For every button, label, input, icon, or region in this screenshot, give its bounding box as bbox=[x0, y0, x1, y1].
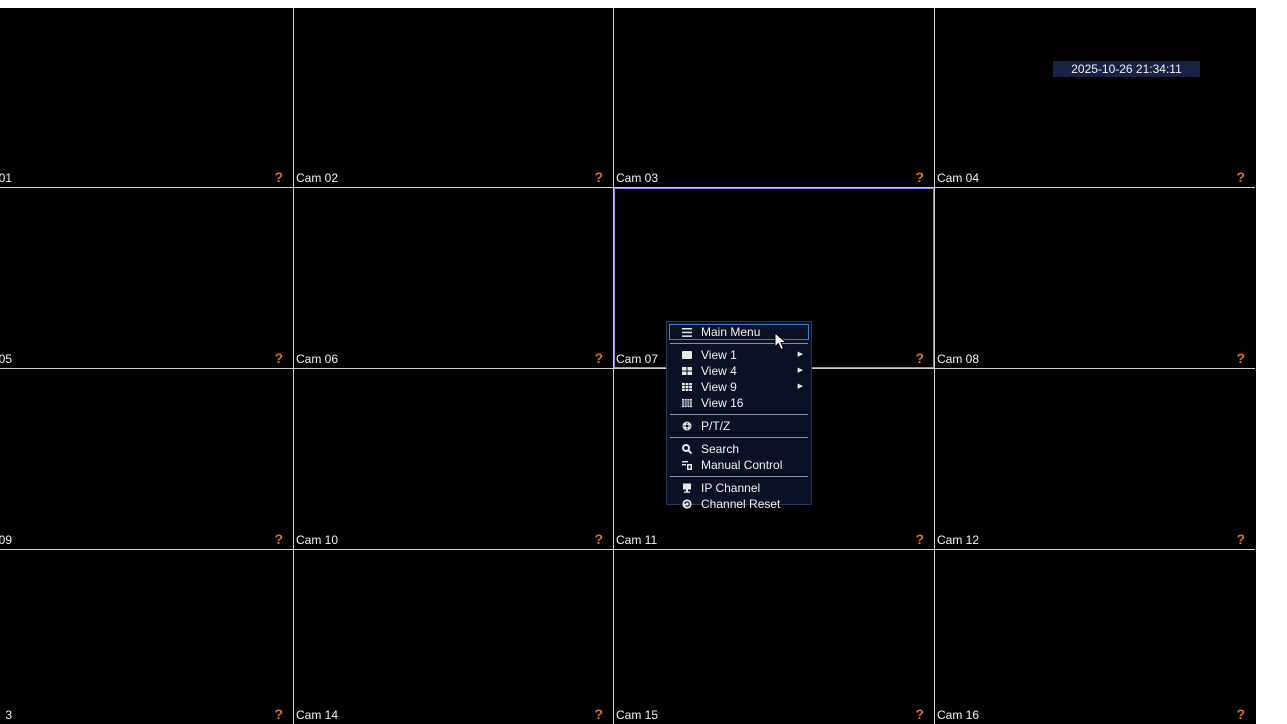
camera-tile[interactable]: 05? bbox=[0, 188, 293, 368]
context-menu: Main Menu View 1 ▶ View 4 ▶ View 9 ▶ Vie… bbox=[666, 321, 812, 511]
camera-tile[interactable]: Cam 04? bbox=[935, 8, 1255, 187]
camera-tile[interactable]: Cam 16? bbox=[935, 550, 1255, 724]
view-16-icon bbox=[682, 398, 692, 408]
no-signal-status-icon: ? bbox=[274, 350, 283, 366]
camera-label: Cam 15 bbox=[616, 708, 659, 722]
no-signal-status-icon: ? bbox=[274, 531, 283, 547]
menu-item-label: View 1 bbox=[701, 348, 737, 362]
top-edge-strip bbox=[0, 0, 1287, 8]
camera-label: Cam 07 bbox=[616, 352, 659, 366]
menu-item-label: View 4 bbox=[701, 364, 737, 378]
no-signal-status-icon: ? bbox=[915, 350, 924, 366]
menu-item-label: Manual Control bbox=[701, 458, 783, 472]
camera-tile[interactable]: Cam 12? bbox=[935, 369, 1255, 549]
camera-tile[interactable]: Cam 02? bbox=[294, 8, 613, 187]
menu-item-label: IP Channel bbox=[701, 481, 761, 495]
datetime-display: 2025-10-26 21:34:11 bbox=[1053, 61, 1200, 77]
grid-divider bbox=[0, 549, 1255, 550]
manual-control-icon bbox=[682, 460, 692, 470]
menu-icon bbox=[682, 327, 692, 337]
submenu-arrow-icon: ▶ bbox=[797, 351, 803, 358]
no-signal-status-icon: ? bbox=[915, 706, 924, 722]
right-edge-strip bbox=[1256, 0, 1287, 724]
no-signal-status-icon: ? bbox=[1236, 169, 1245, 185]
no-signal-status-icon: ? bbox=[274, 169, 283, 185]
camera-label: 01 bbox=[0, 171, 12, 185]
camera-label: Cam 14 bbox=[296, 708, 339, 722]
camera-label: Cam 02 bbox=[296, 171, 339, 185]
menu-item-main-menu[interactable]: Main Menu bbox=[669, 324, 809, 340]
search-icon bbox=[682, 444, 692, 454]
camera-tile[interactable]: 09? bbox=[0, 369, 293, 549]
menu-item-search[interactable]: Search bbox=[667, 441, 811, 457]
view-9-icon bbox=[682, 382, 692, 392]
menu-separator bbox=[670, 414, 808, 415]
camera-tile[interactable]: Cam 06? bbox=[294, 188, 613, 368]
camera-tile[interactable]: Cam 10? bbox=[294, 369, 613, 549]
menu-item-ip-channel[interactable]: IP Channel bbox=[667, 480, 811, 496]
menu-separator bbox=[670, 437, 808, 438]
camera-tile[interactable]: 01? bbox=[0, 8, 293, 187]
camera-label: Cam 03 bbox=[616, 171, 659, 185]
menu-item-manual-control[interactable]: Manual Control bbox=[667, 457, 811, 473]
no-signal-status-icon: ? bbox=[274, 706, 283, 722]
no-signal-status-icon: ? bbox=[594, 350, 603, 366]
menu-item-label: View 16 bbox=[701, 396, 744, 410]
camera-label: Cam 11 bbox=[616, 533, 658, 547]
grid-divider bbox=[293, 8, 294, 724]
menu-item-label: Channel Reset bbox=[701, 497, 781, 511]
no-signal-status-icon: ? bbox=[594, 169, 603, 185]
menu-item-view-9[interactable]: View 9 ▶ bbox=[667, 379, 811, 395]
grid-divider bbox=[934, 8, 935, 724]
ptz-icon bbox=[682, 421, 692, 431]
menu-item-view-1[interactable]: View 1 ▶ bbox=[667, 347, 811, 363]
menu-item-label: P/T/Z bbox=[701, 419, 731, 433]
live-view-screen: 01? Cam 02? Cam 03? Cam 04? 05? Cam 06? Cam 07… bbox=[0, 8, 1255, 724]
no-signal-status-icon: ? bbox=[915, 531, 924, 547]
no-signal-status-icon: ? bbox=[1236, 531, 1245, 547]
no-signal-status-icon: ? bbox=[1236, 350, 1245, 366]
camera-tile[interactable]: Cam 03? bbox=[614, 8, 934, 187]
menu-item-label: Main Menu bbox=[701, 325, 761, 339]
camera-tile[interactable]: Cam 15? bbox=[614, 550, 934, 724]
camera-label: 05 bbox=[0, 352, 12, 366]
camera-label: 09 bbox=[0, 533, 12, 547]
menu-item-label: Search bbox=[701, 442, 740, 456]
no-signal-status-icon: ? bbox=[594, 531, 603, 547]
view-4-icon bbox=[682, 366, 692, 376]
camera-label: Cam 12 bbox=[937, 533, 980, 547]
camera-label: Cam 06 bbox=[296, 352, 339, 366]
submenu-arrow-icon: ▶ bbox=[797, 367, 803, 374]
menu-item-channel-reset[interactable]: Channel Reset bbox=[667, 496, 811, 512]
submenu-arrow-icon: ▶ bbox=[797, 383, 803, 390]
menu-separator bbox=[670, 476, 808, 477]
camera-label: Cam 08 bbox=[937, 352, 980, 366]
menu-item-label: View 9 bbox=[701, 380, 737, 394]
camera-label: Cam 10 bbox=[296, 533, 339, 547]
no-signal-status-icon: ? bbox=[1236, 706, 1245, 722]
menu-item-view-16[interactable]: View 16 bbox=[667, 395, 811, 411]
camera-label: Cam 04 bbox=[937, 171, 980, 185]
no-signal-status-icon: ? bbox=[915, 169, 924, 185]
view-1-icon bbox=[682, 350, 692, 360]
ip-channel-icon bbox=[682, 483, 692, 493]
menu-item-view-4[interactable]: View 4 ▶ bbox=[667, 363, 811, 379]
menu-item-ptz[interactable]: P/T/Z bbox=[667, 418, 811, 434]
camera-label: Cam 16 bbox=[937, 708, 980, 722]
camera-label: 3 bbox=[5, 708, 12, 722]
camera-tile[interactable]: 3? bbox=[0, 550, 293, 724]
no-signal-status-icon: ? bbox=[594, 706, 603, 722]
camera-tile[interactable]: Cam 08? bbox=[935, 188, 1255, 368]
grid-divider bbox=[0, 368, 1255, 369]
mouse-pointer-icon bbox=[774, 332, 788, 351]
channel-reset-icon bbox=[682, 499, 692, 509]
camera-tile[interactable]: Cam 14? bbox=[294, 550, 613, 724]
